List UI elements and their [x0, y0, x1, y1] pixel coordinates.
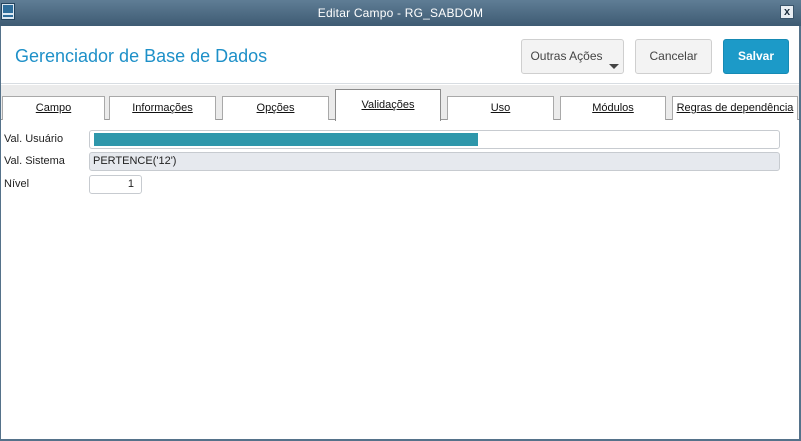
close-button[interactable]: x — [780, 5, 794, 19]
tab-regras-dependencia[interactable]: Regras de dependência — [672, 96, 798, 120]
tab-opcoes[interactable]: Opções — [222, 96, 329, 120]
validations-form: Val. Usuário Val. Sistema PERTENCE('12')… — [1, 121, 799, 439]
val-usuario-label: Val. Usuário — [4, 133, 64, 145]
window-titlebar: Editar Campo - RG_SABDOM x — [0, 0, 801, 26]
page-header: Gerenciador de Base de Dados Outras Açõe… — [1, 26, 799, 84]
text-selection-highlight — [94, 133, 478, 146]
tab-modulos[interactable]: Módulos — [560, 96, 666, 120]
val-sistema-label: Val. Sistema — [4, 155, 65, 167]
tab-uso[interactable]: Uso — [447, 96, 554, 120]
chevron-down-icon — [609, 64, 619, 69]
other-actions-label: Outras Ações — [530, 49, 603, 63]
cancel-button[interactable]: Cancelar — [635, 39, 712, 74]
other-actions-button[interactable]: Outras Ações — [521, 39, 624, 74]
val-sistema-field[interactable]: PERTENCE('12') — [89, 152, 780, 171]
page-title: Gerenciador de Base de Dados — [15, 46, 268, 66]
nivel-field[interactable]: 1 — [89, 175, 142, 194]
nivel-label: Nível — [4, 178, 30, 190]
tab-validacoes[interactable]: Validações — [335, 89, 441, 121]
window-title: Editar Campo - RG_SABDOM — [317, 6, 484, 20]
tab-bar: Campo Informações Opções Validações Uso … — [1, 85, 799, 121]
tab-informacoes[interactable]: Informações — [109, 96, 216, 120]
tab-campo[interactable]: Campo — [2, 96, 105, 120]
val-usuario-field[interactable] — [89, 130, 780, 149]
save-button[interactable]: Salvar — [723, 39, 789, 74]
